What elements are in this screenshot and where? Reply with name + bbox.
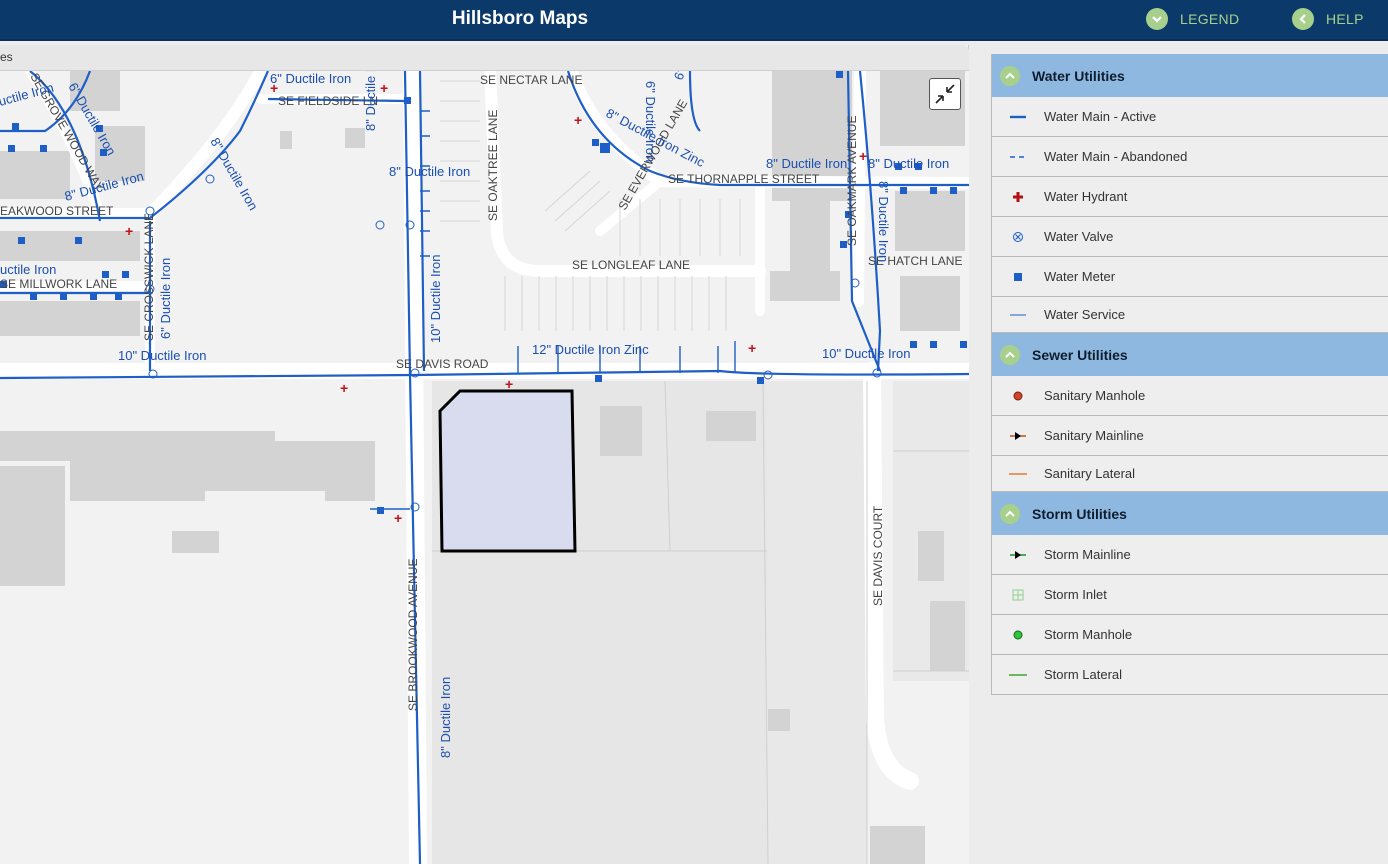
pipe-label: 6" Ductile Iron bbox=[270, 71, 351, 86]
map-panel[interactable]: es + + + + + + + + + SE NECTAR LANE SE O… bbox=[0, 45, 969, 864]
pipe-label: 8" Ductile Iron bbox=[766, 156, 847, 171]
red-dot-icon bbox=[992, 386, 1044, 406]
legend-item: Sanitary Lateral bbox=[991, 456, 1388, 492]
legend-section-title: Storm Utilities bbox=[1032, 505, 1127, 522]
legend-item-label: Storm Manhole bbox=[1044, 627, 1133, 642]
app-title: Hillsboro Maps bbox=[451, 8, 589, 29]
map-canvas[interactable]: + + + + + + + + + SE NECTAR LANE SE OAKT… bbox=[0, 71, 969, 864]
street-label-thornapple: SE THORNAPPLE STREET bbox=[668, 172, 820, 186]
pipe-label: 6" Ductile Iron bbox=[158, 258, 173, 339]
chevron-left-icon bbox=[1292, 8, 1314, 30]
pipe-label: uctile Iron bbox=[0, 262, 56, 277]
legend-item: Storm Manhole bbox=[991, 615, 1388, 655]
svg-text:+: + bbox=[340, 380, 348, 396]
street-label-eakwood: EAKWOOD STREET bbox=[0, 204, 114, 218]
thin-blue-line-icon bbox=[992, 305, 1044, 325]
svg-text:+: + bbox=[125, 223, 133, 239]
street-label-davis-road: SE DAVIS ROAD bbox=[396, 357, 489, 371]
pipe-label: 6" Ductile Iron bbox=[643, 81, 658, 162]
svg-text:+: + bbox=[380, 80, 388, 96]
orange-line-icon bbox=[992, 464, 1044, 484]
legend-item-label: Storm Inlet bbox=[1044, 587, 1107, 602]
help-button-label: HELP bbox=[1326, 11, 1364, 27]
top-bar: Hillsboro Maps LEGEND HELP bbox=[0, 0, 1388, 41]
street-label-oakmark: SE OAKMARK AVENUE bbox=[845, 116, 859, 246]
help-button[interactable]: HELP bbox=[1292, 7, 1364, 31]
pipe-label: 10" Ductile Iron bbox=[428, 255, 443, 343]
circle-x-icon bbox=[992, 227, 1044, 247]
minimize-arrows-icon bbox=[935, 84, 955, 104]
pipe-label: 10" Ductile Iron bbox=[118, 348, 206, 363]
legend-item-label: Water Hydrant bbox=[1044, 189, 1128, 204]
legend-item: Water Hydrant bbox=[991, 177, 1388, 217]
pipe-label: 12" Ductile Iron Zinc bbox=[532, 342, 649, 357]
legend-item-label: Water Meter bbox=[1044, 269, 1116, 284]
legend-item-label: Storm Lateral bbox=[1044, 667, 1123, 682]
legend-item: Water Valve bbox=[991, 217, 1388, 257]
legend-section-title: Water Utilities bbox=[1032, 67, 1125, 84]
street-label-brookwood: SE BROOKWOOD AVENUE bbox=[406, 559, 420, 711]
legend-item: Water Main - Active bbox=[991, 97, 1388, 137]
legend-section-sewer[interactable]: Sewer Utilities bbox=[991, 333, 1388, 376]
legend-section-storm[interactable]: Storm Utilities bbox=[991, 492, 1388, 535]
map-panel-tab-label: es bbox=[0, 50, 13, 64]
green-line-icon bbox=[992, 665, 1044, 685]
solid-blue-line-icon bbox=[992, 107, 1044, 127]
svg-text:+: + bbox=[748, 340, 756, 356]
pipe-label: 8" Ductile Iron bbox=[389, 164, 470, 179]
legend-button-label: LEGEND bbox=[1180, 11, 1240, 27]
pipe-label: 8" Ductile Iron bbox=[363, 71, 378, 131]
svg-text:+: + bbox=[574, 112, 582, 128]
green-grid-square-icon bbox=[992, 585, 1044, 605]
pipe-label: 10" Ductile Iron bbox=[822, 346, 910, 361]
svg-text:+: + bbox=[394, 510, 402, 526]
street-label-nectar: SE NECTAR LANE bbox=[480, 73, 582, 87]
chevron-up-icon bbox=[1000, 65, 1020, 86]
legend-item-label: Water Valve bbox=[1044, 229, 1114, 244]
legend-item-label: Storm Mainline bbox=[1044, 547, 1131, 562]
svg-text:+: + bbox=[859, 148, 867, 164]
legend-item-label: Sanitary Lateral bbox=[1044, 466, 1136, 481]
legend-item: Storm Lateral bbox=[991, 655, 1388, 695]
map-panel-header: es bbox=[0, 45, 969, 71]
legend-item: Water Service bbox=[991, 297, 1388, 333]
red-cross-icon bbox=[992, 187, 1044, 207]
legend-item-label: Sanitary Manhole bbox=[1044, 388, 1146, 403]
legend-item-label: Water Main - Abandoned bbox=[1044, 149, 1188, 164]
legend-panel: Water Utilities Water Main - Active Wate… bbox=[991, 54, 1388, 695]
street-label-longleaf: SE LONGLEAF LANE bbox=[572, 258, 690, 272]
green-dot-icon bbox=[992, 625, 1044, 645]
legend-section-water[interactable]: Water Utilities bbox=[991, 54, 1388, 97]
street-label-millwork: SE MILLWORK LANE bbox=[0, 277, 117, 291]
chevron-up-icon bbox=[1000, 344, 1020, 365]
black-arrow-line-icon bbox=[992, 426, 1044, 446]
street-label-oaktree: SE OAKTREE LANE bbox=[486, 110, 500, 221]
street-label-davis-court: SE DAVIS COURT bbox=[871, 505, 885, 606]
legend-item: Water Main - Abandoned bbox=[991, 137, 1388, 177]
legend-item-label: Water Service bbox=[1044, 307, 1126, 322]
pipe-label: 8" Ductile Iron bbox=[438, 677, 453, 758]
legend-item: Storm Inlet bbox=[991, 575, 1388, 615]
legend-button[interactable]: LEGEND bbox=[1146, 7, 1239, 31]
dashed-blue-line-icon bbox=[992, 147, 1044, 167]
legend-item: Sanitary Manhole bbox=[991, 376, 1388, 416]
legend-item: Sanitary Mainline bbox=[991, 416, 1388, 456]
pipe-label: 8" Ductile Iron bbox=[868, 156, 949, 171]
pipe-label: 8" Ductile Iron bbox=[876, 181, 891, 262]
blue-square-icon bbox=[992, 267, 1044, 287]
legend-item: Storm Mainline bbox=[991, 535, 1388, 575]
chevron-up-icon bbox=[1000, 503, 1020, 524]
legend-section-title: Sewer Utilities bbox=[1032, 346, 1128, 363]
legend-item-label: Sanitary Mainline bbox=[1044, 428, 1144, 443]
legend-item: Water Meter bbox=[991, 257, 1388, 297]
street-label-crosswick: SE CROSSWICK LANE bbox=[142, 213, 156, 341]
selected-parcel[interactable] bbox=[438, 389, 577, 553]
black-arrow-green-line-icon bbox=[992, 545, 1044, 565]
legend-item-label: Water Main - Active bbox=[1044, 109, 1157, 124]
collapse-map-button[interactable] bbox=[929, 78, 961, 110]
chevron-down-icon bbox=[1146, 8, 1168, 30]
